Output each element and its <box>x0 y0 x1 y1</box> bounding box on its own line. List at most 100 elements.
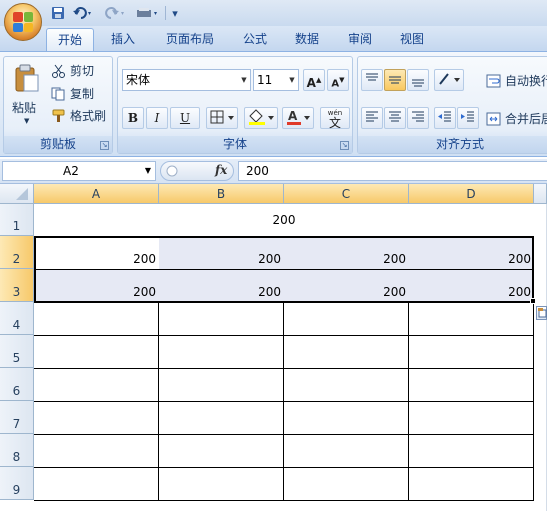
border-line <box>34 335 534 336</box>
increase-indent-icon <box>461 111 474 122</box>
orientation-icon <box>439 73 460 85</box>
fill-bucket-icon <box>249 109 274 125</box>
cut-button[interactable]: 剪切 <box>51 61 94 81</box>
paste-label: 粘贴 <box>12 101 37 115</box>
font-launcher-icon[interactable]: ↘ <box>340 141 349 150</box>
insert-function-icon[interactable]: fx <box>215 163 227 177</box>
office-button[interactable] <box>4 3 42 41</box>
font-color-button[interactable]: A <box>282 107 314 129</box>
office-logo-icon <box>13 12 33 32</box>
row-header-3[interactable]: 3 <box>0 269 34 302</box>
border-line <box>34 401 534 402</box>
chevron-down-icon: ▼ <box>241 76 247 84</box>
row-header-9[interactable]: 9 <box>0 467 34 500</box>
print-preview-icon[interactable] <box>134 5 160 21</box>
row-header-5[interactable]: 5 <box>0 335 34 368</box>
font-name-value: 宋体 <box>126 73 151 87</box>
excel-window: ▾ 开始 插入 页面布局 公式 数据 审阅 视图 粘贴 ▼ 剪切 复制 格式刷 … <box>0 0 547 511</box>
paste-button[interactable]: 粘贴 ▼ <box>8 61 46 129</box>
align-top-icon <box>366 73 378 81</box>
paste-icon <box>15 64 39 92</box>
cell-a1-merged[interactable]: 200 <box>34 204 534 236</box>
tab-formulas[interactable]: 公式 <box>233 28 277 51</box>
border-line <box>408 302 409 500</box>
scissors-icon <box>52 64 65 78</box>
undo-icon[interactable] <box>71 5 95 21</box>
borders-button[interactable] <box>206 107 238 129</box>
selection-range-border <box>34 236 534 303</box>
format-painter-label: 格式刷 <box>70 109 107 123</box>
phonetic-button[interactable]: wén 文 <box>320 107 350 129</box>
italic-button[interactable]: I <box>146 107 168 129</box>
select-all-corner[interactable] <box>0 184 34 204</box>
column-header-c[interactable]: C <box>284 184 409 204</box>
row-header-8[interactable]: 8 <box>0 434 34 467</box>
tab-home[interactable]: 开始 <box>46 28 94 51</box>
fill-handle[interactable] <box>530 298 536 304</box>
underline-button[interactable]: U <box>170 107 200 129</box>
align-center-icon <box>389 111 401 122</box>
formula-input[interactable]: 200 <box>238 161 547 181</box>
merge-center-button[interactable]: 合并后居中 <box>486 109 547 129</box>
merge-cells-icon <box>486 112 501 126</box>
column-header-b[interactable]: B <box>159 184 284 204</box>
formula-bar: A2 ▼ fx 200 <box>0 159 547 184</box>
bold-button[interactable]: B <box>122 107 144 129</box>
font-size-combo[interactable]: 11 ▼ <box>253 69 299 91</box>
spreadsheet-grid: A B C D 1 2 3 4 5 6 7 8 9 200 200 200 20… <box>0 184 547 511</box>
copy-label: 复制 <box>70 87 95 101</box>
cancel-circle-icon[interactable] <box>165 164 179 178</box>
paste-dropdown-icon: ▼ <box>24 117 30 125</box>
customize-quick-access-icon[interactable]: ▾ <box>169 5 181 21</box>
align-top-button[interactable] <box>361 69 383 91</box>
row-header-4[interactable]: 4 <box>0 302 34 335</box>
column-header-e[interactable] <box>534 184 547 204</box>
row-header-7[interactable]: 7 <box>0 401 34 434</box>
font-group-label: 字体 <box>118 136 352 153</box>
alignment-group-label: 对齐方式 <box>358 136 547 153</box>
name-box[interactable]: A2 ▼ <box>2 161 156 181</box>
shrink-font-button[interactable]: A▼ <box>327 69 349 91</box>
wrap-text-label: 自动换行 <box>505 74 547 88</box>
tab-review[interactable]: 审阅 <box>338 28 382 51</box>
tab-insert[interactable]: 插入 <box>101 28 145 51</box>
decrease-indent-button[interactable] <box>434 107 456 129</box>
copy-button[interactable]: 复制 <box>51 84 94 104</box>
clipboard-group-label: 剪贴板 <box>4 136 112 153</box>
tab-view[interactable]: 视图 <box>390 28 434 51</box>
ribbon-tabs: 开始 插入 页面布局 公式 数据 审阅 视图 <box>0 26 547 51</box>
chevron-down-icon: ▼ <box>289 76 295 84</box>
row-header-1[interactable]: 1 <box>0 204 34 236</box>
format-painter-button[interactable]: 格式刷 <box>51 106 106 126</box>
svg-text:A: A <box>288 109 298 123</box>
row-header-6[interactable]: 6 <box>0 368 34 401</box>
border-line <box>158 302 159 500</box>
tab-data[interactable]: 数据 <box>285 28 329 51</box>
orientation-button[interactable] <box>434 69 464 91</box>
clipboard-launcher-icon[interactable]: ↘ <box>100 141 109 150</box>
border-line <box>34 500 534 501</box>
align-bottom-icon <box>412 79 424 87</box>
align-bottom-button[interactable] <box>407 69 429 91</box>
align-right-button[interactable] <box>407 107 429 129</box>
format-painter-icon <box>52 109 65 122</box>
border-line <box>34 434 534 435</box>
column-header-a[interactable]: A <box>34 184 159 204</box>
name-box-value: A2 <box>63 164 79 178</box>
grow-font-button[interactable]: A▲ <box>303 69 325 91</box>
column-header-d[interactable]: D <box>409 184 534 204</box>
paste-options-icon[interactable] <box>536 306 547 320</box>
phonetic-char: 文 <box>328 116 341 130</box>
row-header-2[interactable]: 2 <box>0 236 34 269</box>
tab-page-layout[interactable]: 页面布局 <box>155 28 225 51</box>
wrap-text-button[interactable]: 自动换行 <box>486 71 547 91</box>
font-name-combo[interactable]: 宋体 ▼ <box>122 69 251 91</box>
fill-color-button[interactable] <box>244 107 278 129</box>
align-left-button[interactable] <box>361 107 383 129</box>
align-middle-button[interactable] <box>384 69 406 91</box>
save-icon[interactable] <box>50 5 66 21</box>
align-center-button[interactable] <box>384 107 406 129</box>
redo-icon[interactable] <box>101 5 127 21</box>
borders-icon <box>210 110 234 124</box>
increase-indent-button[interactable] <box>457 107 479 129</box>
